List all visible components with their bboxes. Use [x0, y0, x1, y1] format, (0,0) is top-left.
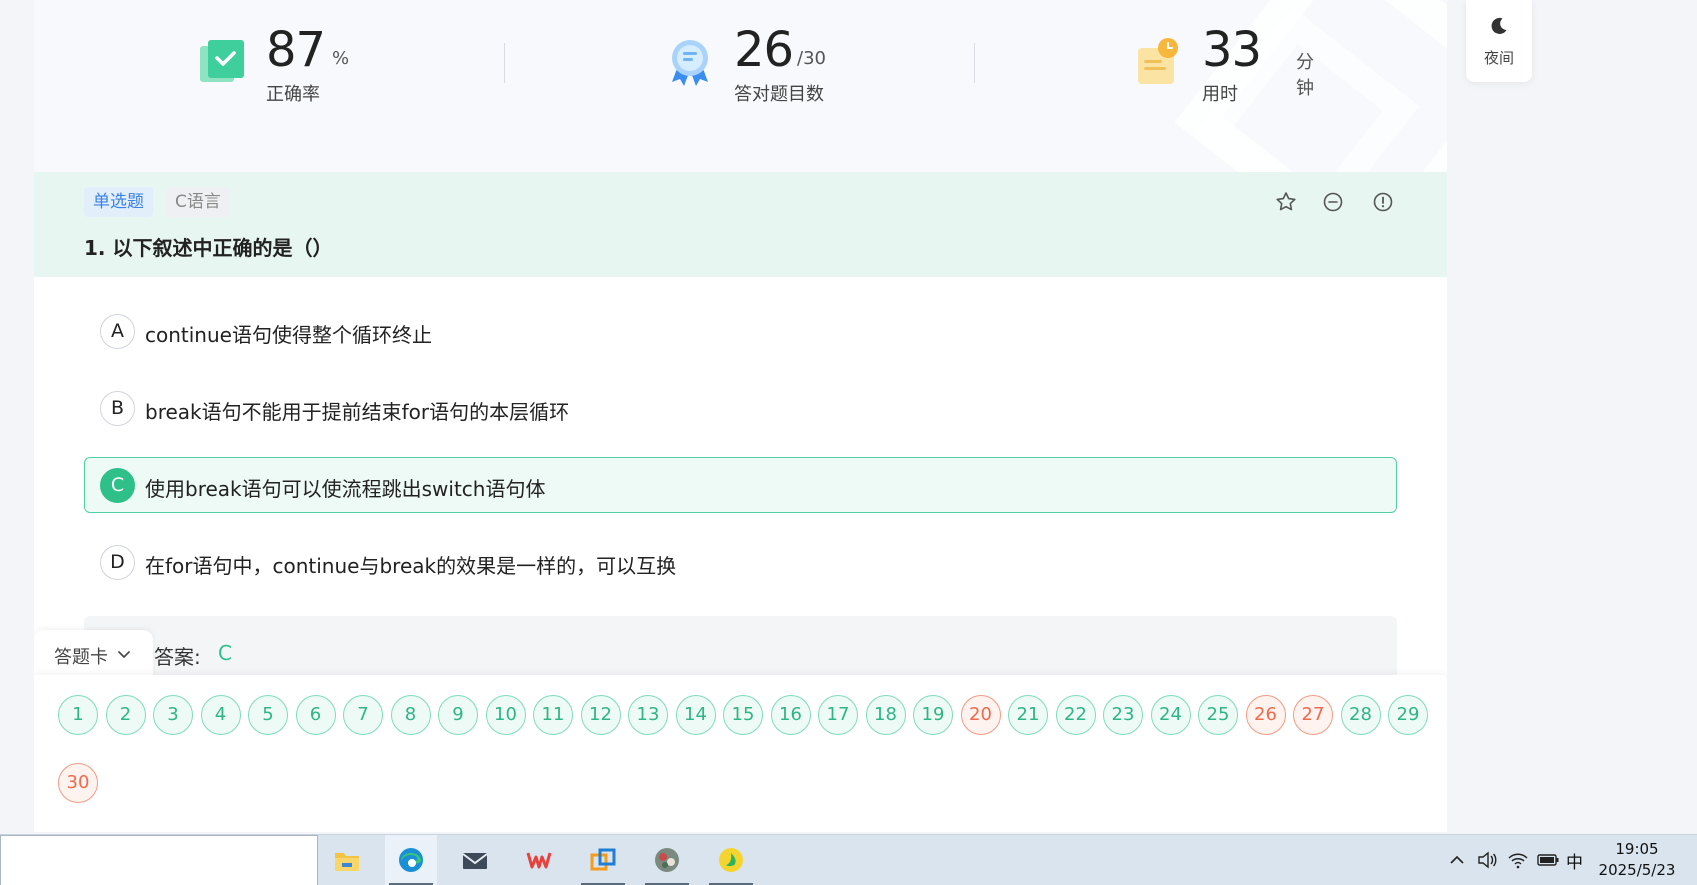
- question-number-button[interactable]: 28: [1340, 695, 1381, 735]
- result-stats: 87 % 正确率 26 /30 答对题目数 33 分钟 用时: [34, 0, 1447, 172]
- option-text: break语句不能用于提前结束for语句的本层循环: [145, 400, 570, 424]
- answer-card-label: 答题卡: [54, 647, 108, 668]
- check-clipboard-icon: [200, 40, 244, 82]
- medal-icon: [672, 40, 708, 86]
- time-unit: 分钟: [1296, 52, 1314, 99]
- taskbar-app-music[interactable]: [705, 835, 757, 885]
- main-panel: 87 % 正确率 26 /30 答对题目数 33 分钟 用时 单选题 C语言 1…: [34, 0, 1447, 832]
- chevron-up-icon[interactable]: [1448, 851, 1466, 869]
- accuracy-value: 87: [266, 22, 326, 78]
- volume-icon[interactable]: [1476, 850, 1498, 870]
- option-c[interactable]: C 使用break语句可以使流程跳出switch语句体: [84, 457, 1397, 513]
- moon-icon: [1491, 17, 1507, 34]
- taskbar-app-photo[interactable]: [641, 835, 693, 885]
- taskbar-app-mail[interactable]: [449, 835, 501, 885]
- option-letter: A: [100, 314, 135, 349]
- time-label: 用时: [1202, 84, 1238, 105]
- battery-icon[interactable]: [1536, 851, 1560, 869]
- option-letter: C: [100, 468, 135, 503]
- answer-label: 答案:: [154, 645, 201, 669]
- question-number-button[interactable]: 8: [390, 695, 431, 735]
- taskbar-app-wps[interactable]: [513, 835, 565, 885]
- option-letter: B: [100, 391, 135, 426]
- wifi-icon[interactable]: [1507, 850, 1529, 870]
- question-number-button[interactable]: 12: [580, 695, 621, 735]
- clock-time: 19:05: [1615, 840, 1659, 858]
- answer-card-panel: 1 2 3 4 5 6 7 8 9 10 11 12 13 14 15 16 17 18 19 20 21 22 23 24 2…: [34, 675, 1447, 832]
- timer-note-icon: [1138, 38, 1178, 84]
- option-text: 使用break语句可以使流程跳出switch语句体: [145, 477, 546, 501]
- question-number-button[interactable]: 19: [913, 695, 953, 735]
- language-tag: C语言: [166, 187, 230, 217]
- accuracy-unit: %: [332, 48, 350, 69]
- question-number-button[interactable]: 22: [1055, 695, 1096, 735]
- question-number-button[interactable]: 27: [1293, 695, 1333, 735]
- question-number-button[interactable]: 21: [1008, 695, 1048, 735]
- correct-count-label: 答对题目数: [734, 84, 824, 105]
- question-number-button[interactable]: 7: [343, 695, 383, 735]
- wps-icon: [526, 852, 552, 869]
- option-d[interactable]: D 在for语句中，continue与break的效果是一样的，可以互换: [84, 534, 1397, 590]
- chevron-down-icon: [118, 651, 130, 658]
- ime-indicator[interactable]: 中: [1566, 848, 1583, 885]
- remove-icon[interactable]: [1321, 190, 1345, 214]
- night-mode-label: 夜间: [1483, 49, 1514, 67]
- night-mode-button[interactable]: 夜间: [1466, 0, 1532, 82]
- option-b[interactable]: B break语句不能用于提前结束for语句的本层循环: [84, 380, 1397, 436]
- question-number-button[interactable]: 10: [485, 695, 526, 735]
- correct-count-total: /30: [797, 48, 826, 69]
- question-number-button[interactable]: 20: [960, 695, 1001, 735]
- question-number-button[interactable]: 13: [628, 695, 668, 735]
- question-number-button[interactable]: 2: [105, 695, 146, 735]
- question-type-tag: 单选题: [84, 187, 153, 217]
- mail-icon: [462, 853, 488, 869]
- accuracy-label: 正确率: [266, 84, 320, 105]
- question-number-button[interactable]: 25: [1198, 695, 1238, 735]
- question-number-button[interactable]: 17: [818, 695, 858, 735]
- option-text: 在for语句中，continue与break的效果是一样的，可以互换: [145, 554, 677, 578]
- taskbar-app-vmware[interactable]: [577, 835, 629, 885]
- question-number-button[interactable]: 11: [533, 695, 573, 735]
- question-number-button[interactable]: 1: [58, 695, 98, 735]
- time-value: 33: [1202, 22, 1262, 78]
- question-number-button[interactable]: 24: [1150, 695, 1191, 735]
- answer-card-toggle[interactable]: 答题卡: [34, 630, 153, 678]
- question-title: 1. 以下叙述中正确的是（）: [84, 236, 333, 260]
- photo-app-icon: [655, 848, 679, 872]
- question-number-button[interactable]: 15: [723, 695, 763, 735]
- question-number-button[interactable]: 5: [248, 695, 288, 735]
- taskbar-search-box[interactable]: [0, 835, 318, 885]
- question-number-button[interactable]: 3: [153, 695, 193, 735]
- option-text: continue语句使得整个循环终止: [145, 323, 432, 347]
- question-number-button[interactable]: 4: [200, 695, 241, 735]
- music-app-icon: [719, 848, 743, 872]
- option-letter: D: [100, 545, 135, 580]
- question-number-button[interactable]: 23: [1103, 695, 1143, 735]
- edge-icon: [399, 848, 423, 872]
- file-explorer-icon: [335, 853, 359, 871]
- correct-count-value: 26: [734, 22, 794, 78]
- answer-value: C: [218, 641, 232, 665]
- option-a[interactable]: A continue语句使得整个循环终止: [84, 303, 1397, 359]
- star-icon[interactable]: [1274, 190, 1298, 214]
- taskbar-app-edge[interactable]: [385, 835, 437, 885]
- taskbar-app-file-explorer[interactable]: [321, 835, 373, 885]
- question-number-button[interactable]: 29: [1388, 695, 1428, 735]
- question-number-button[interactable]: 18: [865, 695, 906, 735]
- clock-date: 2025/5/23: [1598, 861, 1676, 879]
- question-number-button[interactable]: 30: [58, 763, 98, 803]
- taskbar: 中 19:05 2025/5/23: [0, 834, 1697, 885]
- question-number-button[interactable]: 9: [438, 695, 478, 735]
- report-icon[interactable]: [1371, 190, 1395, 214]
- question-number-button[interactable]: 26: [1245, 695, 1286, 735]
- question-number-button[interactable]: 16: [770, 695, 811, 735]
- taskbar-clock[interactable]: 19:05 2025/5/23: [1592, 839, 1682, 881]
- vmware-icon: [590, 848, 616, 871]
- question-number-button[interactable]: 14: [675, 695, 716, 735]
- question-number-button[interactable]: 6: [295, 695, 336, 735]
- answer-box: 答案: C: [84, 616, 1397, 680]
- question-header: 单选题 C语言 1. 以下叙述中正确的是（）: [34, 172, 1447, 277]
